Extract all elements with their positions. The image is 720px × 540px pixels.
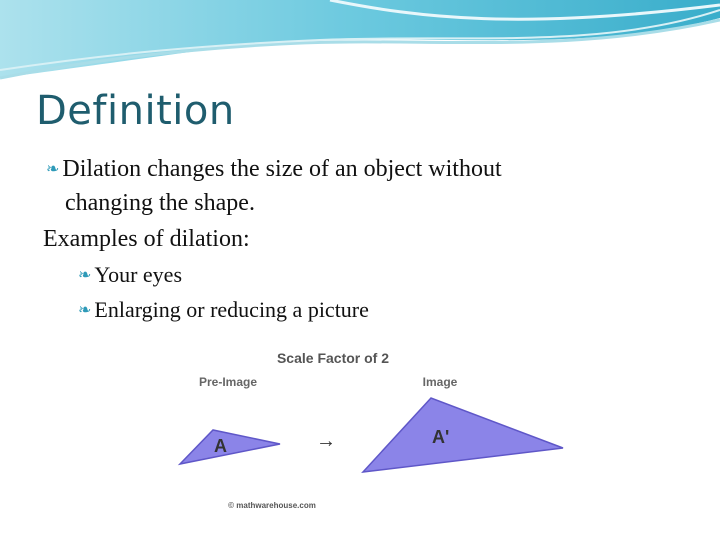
bullet-icon: ❧ — [78, 267, 92, 284]
pre-image-label: Pre-Image — [199, 375, 257, 389]
pre-image-triangle — [177, 429, 281, 466]
arrow-icon: → — [316, 430, 336, 452]
example-text: Your eyes — [94, 262, 183, 287]
definition-text-line1: Dilation changes the size of an object w… — [62, 156, 502, 182]
figure-title: Scale Factor of 2 — [277, 350, 389, 366]
image-triangle — [361, 397, 564, 473]
header-wave-decoration — [0, 0, 720, 80]
examples-heading: Examples of dilation: — [43, 226, 250, 252]
credit-text: © mathwarehouse.com — [228, 501, 316, 510]
bullet-icon: ❧ — [78, 302, 92, 319]
image-label: Image — [423, 375, 458, 389]
image-vertex-label: A' — [432, 427, 449, 447]
slide-title: Definition — [36, 88, 235, 134]
bullet-icon: ❧ — [46, 161, 60, 178]
example-item-eyes: ❧ Your eyes — [78, 262, 182, 288]
definition-text-line2: changing the shape. — [65, 190, 255, 216]
definition-bullet: ❧ Dilation changes the size of an object … — [46, 156, 502, 183]
example-text: Enlarging or reducing a picture — [94, 297, 369, 322]
pre-image-vertex-label: A — [214, 436, 227, 456]
example-item-picture: ❧ Enlarging or reducing a picture — [78, 297, 369, 323]
dilation-figure: Scale Factor of 2 Pre-Image Image A → A'… — [177, 350, 564, 510]
